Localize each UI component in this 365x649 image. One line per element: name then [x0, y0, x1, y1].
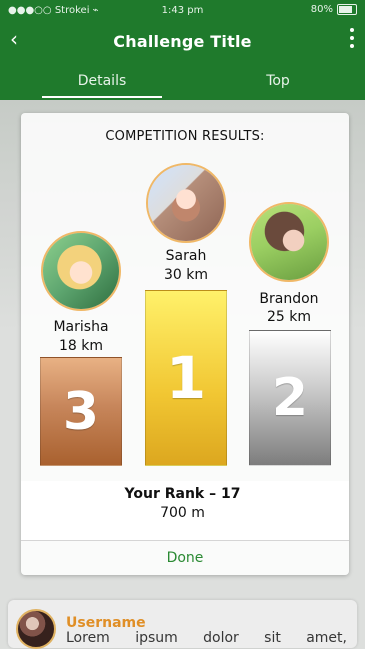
- kebab-menu-icon[interactable]: [349, 28, 355, 48]
- winner-distance-brandon: 25 km: [266, 309, 311, 325]
- winner-name-sarah: Sarah: [165, 248, 207, 264]
- winner-distance-sarah: 30 km: [163, 267, 208, 283]
- podium-third: 3: [40, 357, 122, 466]
- winner-name-brandon: Brandon: [259, 291, 319, 307]
- podium-first: 1: [145, 290, 227, 466]
- winner-distance-marisha: 18 km: [58, 338, 103, 354]
- avatar-marisha: [41, 231, 121, 311]
- done-button[interactable]: Done: [21, 541, 349, 575]
- tab-top[interactable]: Top: [214, 66, 342, 96]
- battery-icon: [337, 4, 357, 15]
- status-bar: ●●●○○ Strokei ⌁ 1:43 pm 80%: [0, 0, 365, 22]
- podium-second: 2: [249, 330, 331, 466]
- app-header: ‹ Challenge Title Details Top: [0, 22, 365, 100]
- rank-value: 700 m: [160, 505, 205, 521]
- battery-status: 80%: [311, 4, 357, 15]
- rank-title: Your Rank – 17: [124, 486, 241, 502]
- page-title: Challenge Title: [113, 32, 252, 51]
- battery-percent: 80%: [310, 4, 333, 15]
- avatar-brandon: [249, 202, 329, 282]
- tabs: Details Top: [0, 66, 365, 98]
- winner-name-marisha: Marisha: [53, 319, 109, 335]
- tab-details[interactable]: Details: [42, 66, 162, 96]
- avatar-sarah: [146, 163, 226, 243]
- modal-title: COMPETITION RESULTS:: [105, 129, 265, 144]
- tab-indicator: [42, 96, 162, 98]
